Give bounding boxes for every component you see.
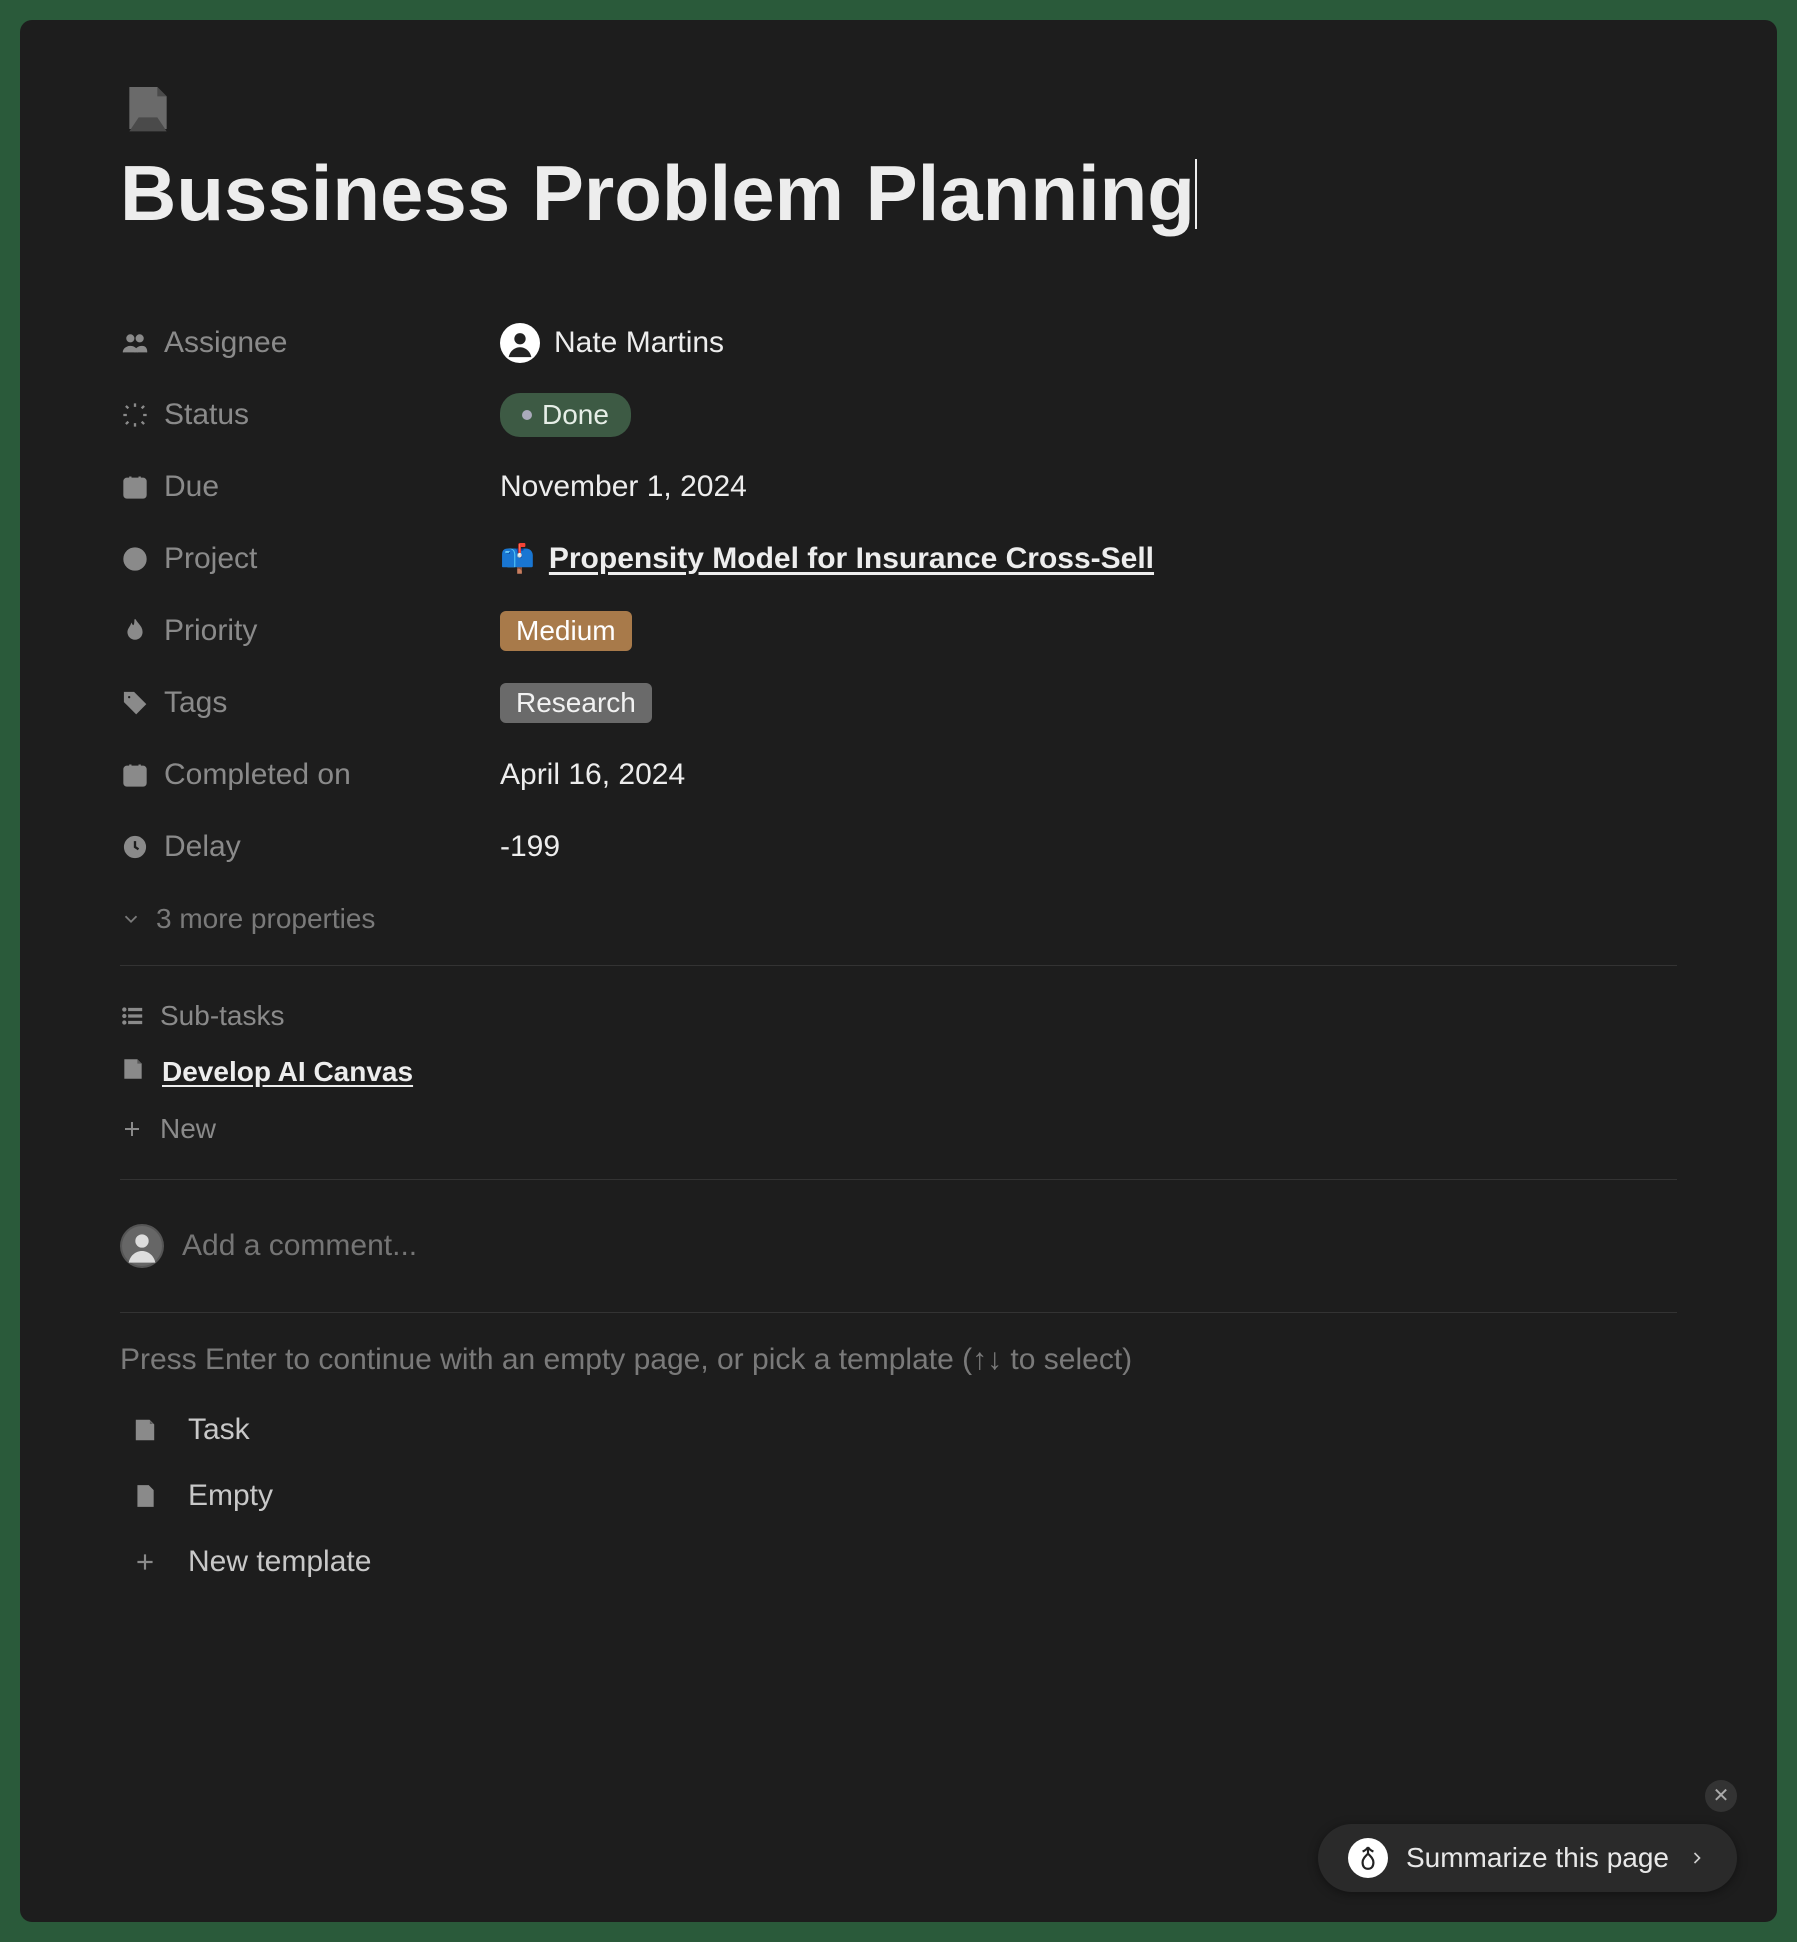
fire-icon: [120, 616, 150, 646]
subtasks-header[interactable]: Sub-tasks: [120, 986, 1677, 1046]
template-option-empty[interactable]: Empty: [120, 1463, 1677, 1529]
label-text: Due: [164, 470, 219, 504]
chevron-right-icon: [1687, 1848, 1707, 1868]
user-avatar: [120, 1224, 164, 1268]
property-row-priority: Priority Medium: [120, 595, 1677, 667]
delay-value[interactable]: -199: [500, 830, 560, 864]
people-icon: [120, 328, 150, 358]
file-icon: [130, 1483, 160, 1509]
status-icon: [120, 400, 150, 430]
property-row-status: Status Done: [120, 379, 1677, 451]
subtask-item[interactable]: Develop AI Canvas: [120, 1046, 1677, 1099]
delay-text: -199: [500, 830, 560, 864]
property-label[interactable]: Status: [120, 398, 500, 432]
summarize-label: Summarize this page: [1406, 1842, 1669, 1874]
subtasks-label: Sub-tasks: [160, 1000, 285, 1032]
label-text: Priority: [164, 614, 257, 648]
property-label[interactable]: Project: [120, 542, 500, 576]
property-label[interactable]: Priority: [120, 614, 500, 648]
status-value[interactable]: Done: [500, 393, 631, 437]
empty-page-hint: Press Enter to continue with an empty pa…: [120, 1343, 1677, 1377]
tag-pill: Research: [500, 683, 652, 723]
new-subtask-button[interactable]: New: [120, 1099, 1677, 1159]
due-value[interactable]: November 1, 2024: [500, 470, 747, 504]
target-icon: [120, 544, 150, 574]
summarize-page-button[interactable]: Summarize this page: [1318, 1824, 1737, 1892]
template-option-new-template[interactable]: New template: [120, 1529, 1677, 1595]
status-text: Done: [542, 399, 609, 431]
more-properties-toggle[interactable]: 3 more properties: [120, 903, 1677, 935]
property-row-assignee: Assignee Nate Martins: [120, 307, 1677, 379]
plus-icon: [130, 1549, 160, 1575]
label-text: Project: [164, 542, 257, 576]
ai-badge-icon: [1348, 1838, 1388, 1878]
property-label[interactable]: Assignee: [120, 326, 500, 360]
subtask-title: Develop AI Canvas: [162, 1056, 413, 1088]
template-option-label: Empty: [188, 1479, 273, 1513]
label-text: Status: [164, 398, 249, 432]
completed-on-value[interactable]: April 16, 2024: [500, 758, 685, 792]
calendar-icon: [120, 760, 150, 790]
assignee-avatar: [500, 323, 540, 363]
label-text: Delay: [164, 830, 241, 864]
comment-input[interactable]: [182, 1229, 1677, 1263]
property-row-project: Project 📫 Propensity Model for Insurance…: [120, 523, 1677, 595]
label-text: Assignee: [164, 326, 287, 360]
property-label[interactable]: Tags: [120, 686, 500, 720]
property-row-tags: Tags Research: [120, 667, 1677, 739]
mailbox-icon: 📫: [500, 542, 535, 575]
template-option-task[interactable]: Task: [120, 1397, 1677, 1463]
close-button[interactable]: ✕: [1705, 1780, 1737, 1812]
template-option-label: Task: [188, 1413, 250, 1447]
page-icon: [120, 1056, 146, 1089]
label-text: Completed on: [164, 758, 351, 792]
assignee-name: Nate Martins: [554, 326, 724, 360]
project-link[interactable]: Propensity Model for Insurance Cross-Sel…: [549, 542, 1154, 576]
property-label[interactable]: Completed on: [120, 758, 500, 792]
page-icon[interactable]: [120, 80, 1677, 141]
priority-value[interactable]: Medium: [500, 611, 632, 651]
divider: [120, 1312, 1677, 1313]
property-label[interactable]: Due: [120, 470, 500, 504]
clock-icon: [120, 832, 150, 862]
page-icon: [130, 1417, 160, 1443]
status-pill-done: Done: [500, 393, 631, 437]
new-subtask-label: New: [160, 1113, 216, 1145]
calendar-icon: [120, 472, 150, 502]
plus-icon: [120, 1117, 144, 1141]
property-row-delay: Delay -199: [120, 811, 1677, 883]
status-dot: [522, 410, 532, 420]
list-icon: [120, 1003, 146, 1029]
chevron-down-icon: [120, 908, 142, 930]
tags-value[interactable]: Research: [500, 683, 652, 723]
properties-list: Assignee Nate Martins Status Done: [120, 307, 1677, 935]
comment-row: [120, 1200, 1677, 1292]
divider: [120, 965, 1677, 966]
template-option-label: New template: [188, 1545, 371, 1579]
tag-icon: [120, 688, 150, 718]
priority-tag: Medium: [500, 611, 632, 651]
completed-on-text: April 16, 2024: [500, 758, 685, 792]
property-label[interactable]: Delay: [120, 830, 500, 864]
project-value[interactable]: 📫 Propensity Model for Insurance Cross-S…: [500, 542, 1154, 576]
assignee-value[interactable]: Nate Martins: [500, 323, 724, 363]
label-text: Tags: [164, 686, 227, 720]
divider: [120, 1179, 1677, 1180]
property-row-completed-on: Completed on April 16, 2024: [120, 739, 1677, 811]
page-title[interactable]: Bussiness Problem Planning: [120, 151, 1195, 237]
due-text: November 1, 2024: [500, 470, 747, 504]
property-row-due: Due November 1, 2024: [120, 451, 1677, 523]
more-properties-label: 3 more properties: [156, 903, 375, 935]
page-window: Bussiness Problem Planning Assignee Nate…: [20, 20, 1777, 1922]
